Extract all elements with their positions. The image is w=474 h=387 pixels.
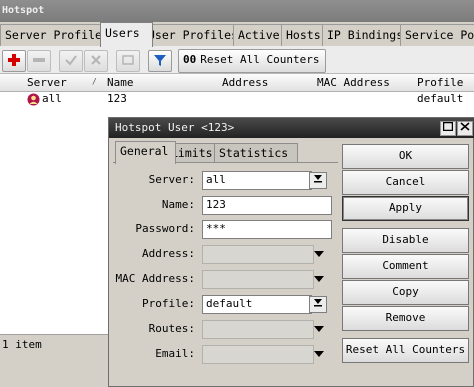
dialog-title: Hotspot User <123> [109, 118, 474, 138]
reset-all-counters-button[interactable]: Reset All Counters [342, 338, 469, 363]
cell-server: all [42, 92, 62, 105]
note-icon [122, 55, 134, 65]
tab-user-profiles[interactable]: User Profiles [143, 24, 243, 46]
plus-icon [8, 54, 20, 66]
routes-input[interactable] [202, 320, 314, 339]
enable-button[interactable] [59, 50, 83, 72]
name-input[interactable]: 123 [202, 196, 332, 215]
filter-icon [154, 55, 166, 66]
column-header-profile[interactable]: Profile [414, 74, 474, 92]
password-input[interactable]: *** [202, 220, 332, 239]
tab-bar: Server Profiles Users User Profiles Acti… [0, 22, 474, 47]
server-dropdown-button[interactable] [309, 172, 327, 189]
mac-address-input[interactable] [202, 270, 314, 289]
add-button[interactable] [2, 50, 26, 72]
mac-address-expand-icon[interactable] [314, 276, 324, 282]
hotspot-user-dialog: Hotspot User <123> General Limits Statis… [108, 117, 474, 387]
cancel-button[interactable]: Cancel [342, 170, 469, 195]
address-label: Address: [142, 247, 195, 260]
name-label: Name: [161, 198, 195, 211]
tab-service-ports[interactable]: Service Por [400, 24, 474, 46]
comment-button[interactable] [116, 50, 140, 72]
window-title: Hotspot [0, 0, 474, 22]
apply-button[interactable]: Apply [342, 196, 469, 221]
server-label: Server: [148, 173, 195, 186]
table-row[interactable]: all 123 default [0, 91, 474, 107]
check-icon [65, 55, 77, 66]
disable-button[interactable] [84, 50, 108, 72]
cell-mac [314, 91, 317, 107]
routes-expand-icon[interactable] [314, 326, 324, 332]
cell-profile: default [417, 92, 464, 105]
close-icon [460, 122, 470, 131]
email-input[interactable] [202, 345, 314, 364]
profile-dropdown-button[interactable] [309, 296, 327, 313]
copy-button[interactable]: Copy [342, 280, 469, 305]
filter-button[interactable] [148, 50, 172, 72]
routes-label: Routes: [148, 322, 195, 335]
column-header-mac-address[interactable]: MAC Address [314, 74, 418, 92]
profile-select[interactable]: default [202, 295, 312, 314]
mac-address-label: MAC Address: [115, 272, 195, 285]
dropdown-icon [314, 175, 322, 183]
email-expand-icon[interactable] [314, 351, 324, 357]
counter-icon: 00 [183, 53, 197, 66]
maximize-icon [442, 121, 454, 132]
x-icon [91, 55, 101, 65]
address-expand-icon[interactable] [314, 251, 324, 257]
server-select[interactable]: all [202, 171, 312, 190]
email-label: Email: [155, 347, 195, 360]
minus-icon [33, 58, 45, 62]
general-form: Server: all Name: 123 Password: *** Addr… [113, 162, 338, 387]
dropdown-icon [314, 299, 322, 307]
dialog-tab-general[interactable]: General [115, 141, 176, 164]
address-input[interactable] [202, 245, 314, 264]
tab-users[interactable]: Users [100, 22, 153, 47]
disable-user-button[interactable]: Disable [342, 228, 469, 253]
password-label: Password: [135, 222, 195, 235]
cell-address [219, 91, 222, 107]
toolbar: 00 Reset All Counters [0, 46, 474, 74]
status-bar: 1 item [0, 334, 110, 387]
ok-button[interactable]: OK [342, 144, 469, 169]
dialog-tab-statistics[interactable]: Statistics [214, 143, 298, 163]
comment-user-button[interactable]: Comment [342, 254, 469, 279]
reset-counters-label: Reset All Counters [200, 53, 320, 66]
column-header-address[interactable]: Address [219, 74, 318, 92]
reset-all-counters-toolbar-button[interactable]: 00 Reset All Counters [178, 49, 326, 73]
close-button[interactable] [457, 121, 473, 136]
remove-button[interactable] [27, 50, 51, 72]
tab-ip-bindings[interactable]: IP Bindings [322, 24, 410, 46]
profile-label: Profile: [142, 297, 195, 310]
remove-user-button[interactable]: Remove [342, 306, 469, 331]
column-header-name[interactable]: Name [104, 74, 223, 92]
tab-server-profiles[interactable]: Server Profiles [0, 24, 110, 46]
maximize-button[interactable] [440, 121, 456, 136]
sort-arrow-icon: / [92, 77, 97, 86]
item-count: 1 item [2, 338, 42, 351]
cell-name: 123 [107, 92, 127, 105]
